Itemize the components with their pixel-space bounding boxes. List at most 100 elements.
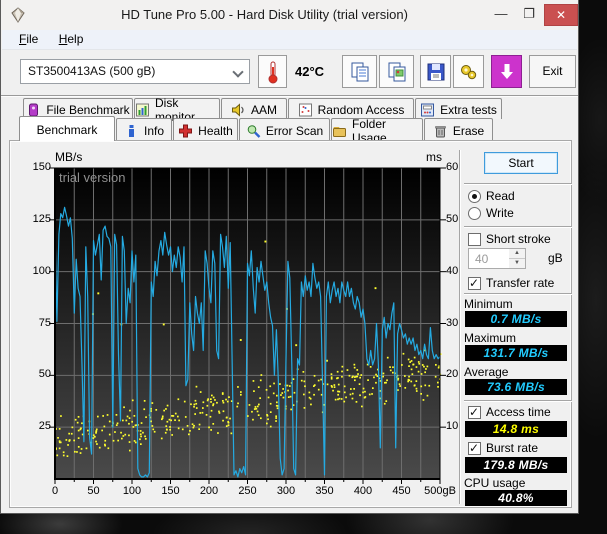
app-icon	[11, 7, 25, 23]
radio-icon	[468, 206, 481, 220]
hdtune-window: HD Tune Pro 5.00 - Hard Disk Utility (tr…	[0, 0, 579, 514]
access-time-value: 14.8 ms	[465, 421, 567, 437]
spinner-value: 40	[475, 252, 489, 266]
separator	[464, 226, 572, 228]
drive-select-value: ST3500413AS (500 gB)	[28, 64, 156, 78]
tab-label: Error Scan	[265, 123, 324, 138]
cpu-usage-value: 40.8%	[465, 490, 567, 506]
cpu-usage-label: CPU usage	[464, 476, 526, 490]
trash-icon	[435, 125, 446, 137]
info-icon	[128, 124, 134, 137]
tick-label: 125	[32, 212, 51, 225]
folder-icon	[333, 126, 346, 137]
short-stroke-spinner[interactable]: 40 ▲ ▼	[468, 248, 526, 269]
tab-aam[interactable]: AAM	[221, 98, 287, 119]
spinner-buttons: ▲ ▼	[509, 249, 525, 268]
menu-help[interactable]: Help	[59, 32, 84, 46]
tick-label: 300	[276, 485, 296, 497]
maximum-value: 131.7 MB/s	[465, 345, 567, 361]
menu-file-rest: ile	[26, 32, 39, 46]
tab-label: Benchmark	[36, 122, 98, 137]
tab-extra-tests[interactable]: Extra tests	[415, 98, 502, 119]
magnifier-icon	[247, 124, 261, 138]
update-download-button[interactable]	[491, 55, 522, 88]
tick-label: 50	[38, 368, 51, 381]
temperature-button[interactable]	[258, 55, 287, 88]
burst-rate-checkbox[interactable]: Burst rate	[468, 441, 538, 455]
close-button[interactable]: ✕	[544, 4, 578, 26]
tab-label: Erase	[452, 123, 485, 138]
copy-text-icon	[351, 62, 368, 81]
menu-bar: File Help	[2, 30, 577, 50]
chart-plot	[49, 167, 446, 484]
tab-label: AAM	[250, 102, 277, 117]
access-time-label: Access time	[486, 405, 551, 419]
temperature-value: 42°C	[295, 64, 325, 79]
write-radio[interactable]: Write	[468, 206, 514, 220]
options-button[interactable]	[453, 55, 484, 88]
tab-error-scan[interactable]: Error Scan	[239, 118, 330, 141]
drive-select[interactable]: ST3500413AS (500 gB)	[20, 59, 250, 84]
copy-image-button[interactable]	[379, 55, 414, 88]
save-button[interactable]	[420, 55, 451, 88]
tick-label: 250	[238, 485, 257, 497]
maximize-button[interactable]: ❐	[516, 4, 542, 26]
speaker-icon	[231, 102, 244, 117]
tick-label: 450	[392, 485, 411, 497]
checkbox-icon	[468, 232, 481, 246]
tab-info[interactable]: Info	[116, 118, 172, 141]
tick-label: 50	[87, 485, 100, 497]
tab-label: File Benchmark	[46, 102, 130, 117]
disk-monitor-icon	[136, 103, 149, 116]
desktop-wallpaper: HD Tune Pro 5.00 - Hard Disk Utility (tr…	[0, 0, 607, 534]
tick-label: 150	[161, 485, 180, 497]
access-time-checkbox[interactable]: Access time	[468, 405, 551, 419]
health-cross-icon	[179, 124, 193, 137]
menu-file[interactable]: File	[19, 32, 38, 46]
exit-button[interactable]: Exit	[529, 55, 576, 88]
transfer-rate-label: Transfer rate	[486, 276, 555, 290]
short-stroke-checkbox[interactable]: Short stroke	[468, 232, 551, 246]
tab-folder-usage[interactable]: Folder Usage	[331, 117, 423, 145]
tab-health[interactable]: Health	[173, 118, 238, 141]
tab-erase[interactable]: Erase	[424, 118, 493, 141]
panel-separator	[459, 150, 461, 504]
spinner-up-icon[interactable]: ▲	[509, 249, 525, 259]
tick-label: 100	[32, 264, 51, 277]
tab-label: Info	[143, 123, 164, 138]
menu-help-rest: elp	[67, 32, 84, 46]
window-title: HD Tune Pro 5.00 - Hard Disk Utility (tr…	[121, 7, 408, 22]
tick-label: 25	[38, 420, 51, 433]
tab-row-lower: Benchmark Info Health Error Scan Folder …	[19, 116, 494, 145]
tick-label: 0	[51, 485, 59, 497]
spinner-down-icon[interactable]: ▼	[509, 258, 525, 268]
transfer-rate-checkbox[interactable]: Transfer rate	[468, 276, 554, 290]
gears-icon	[460, 64, 476, 79]
benchmark-chart: MB/s ms trial version 150 125 100 75 50 25 60 5…	[25, 148, 459, 504]
tab-label: Random Access	[317, 102, 405, 117]
tick-label: 150	[32, 161, 51, 173]
copy-text-button[interactable]	[342, 55, 377, 88]
gb-unit-label: gB	[548, 251, 563, 265]
burst-rate-label: Burst rate	[486, 441, 539, 455]
tab-disk-monitor[interactable]: Disk monitor	[134, 96, 220, 124]
download-arrow-icon	[500, 63, 513, 79]
tab-benchmark[interactable]: Benchmark	[19, 116, 115, 141]
checkbox-checked-icon	[468, 441, 481, 455]
start-button[interactable]: Start	[484, 152, 558, 174]
tick-label: 500gB	[424, 485, 456, 497]
write-label: Write	[486, 206, 514, 220]
read-radio[interactable]: Read	[468, 189, 515, 203]
title-bar[interactable]: HD Tune Pro 5.00 - Hard Disk Utility (tr…	[1, 0, 578, 30]
random-access-icon	[298, 103, 312, 116]
tick-label: 75	[38, 316, 51, 329]
tick-label: 400	[353, 485, 373, 497]
minimize-button[interactable]: —	[488, 4, 514, 26]
thermometer-icon	[268, 61, 277, 83]
average-value: 73.6 MB/s	[465, 379, 567, 395]
average-label: Average	[464, 365, 509, 379]
read-label: Read	[486, 189, 515, 203]
trial-watermark: trial version	[59, 170, 126, 185]
burst-rate-value: 179.8 MB/s	[465, 457, 567, 473]
tick-label: 200	[199, 485, 219, 497]
